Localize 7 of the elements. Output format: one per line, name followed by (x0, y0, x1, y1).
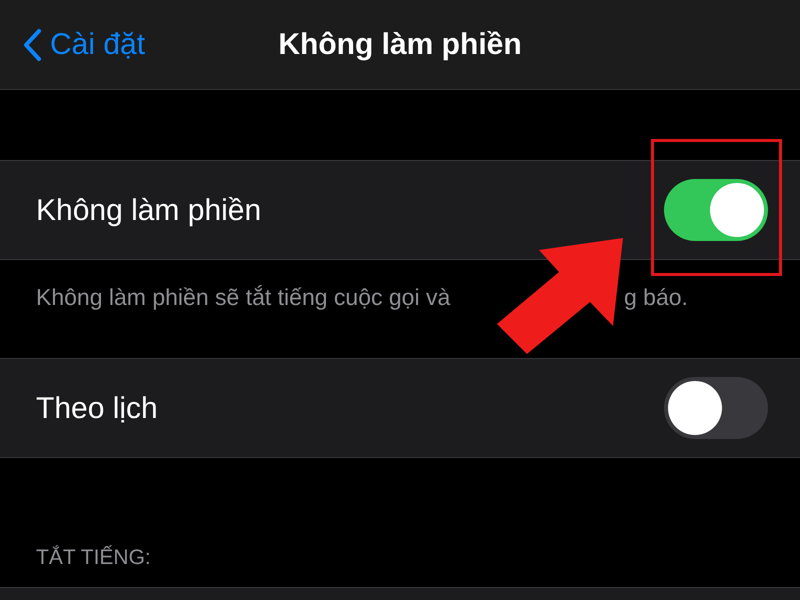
footer-text: g báo. (624, 283, 688, 312)
footer-text: Không làm phiền sẽ tắt tiếng cuộc gọi và (36, 283, 450, 312)
screen-title: Không làm phiền (278, 27, 522, 63)
back-button[interactable]: Cài đặt (0, 22, 146, 67)
row-label: Không làm phiền (36, 192, 262, 228)
section-header: TẮT TIẾNG: (36, 544, 151, 571)
row-label: Theo lịch (36, 390, 158, 426)
